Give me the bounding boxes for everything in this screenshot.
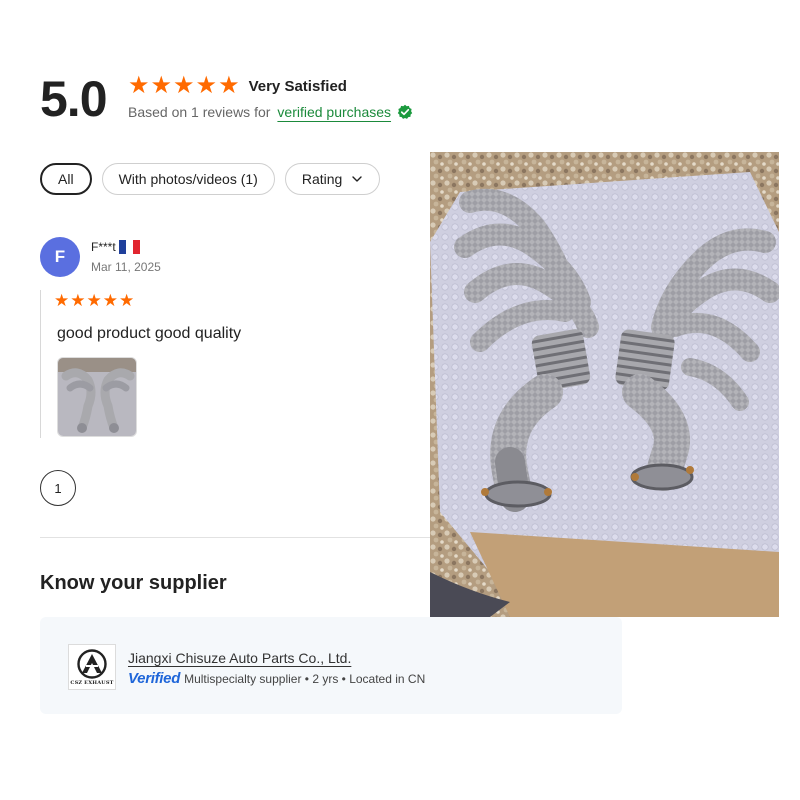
rating-label: Very Satisfied: [248, 77, 347, 95]
rating-stars: ★ ★ ★ ★ ★ Very Satisfied: [128, 74, 347, 98]
review-content-border: [40, 290, 43, 438]
verified-purchases-link[interactable]: verified purchases: [277, 104, 391, 120]
supplier-details: Multispecialty supplier • 2 yrs • Locate…: [184, 671, 426, 686]
star-icon: ★: [119, 291, 135, 310]
star-icon: ★: [218, 72, 240, 99]
exhaust-manifold-photo: [430, 152, 779, 617]
star-icon: ★: [150, 72, 173, 99]
filter-with-photos[interactable]: With photos/videos (1): [101, 163, 275, 195]
review-date: Mar 11, 2025: [91, 260, 161, 274]
supplier-name-link[interactable]: Jiangxi Chisuze Auto Parts Co., Ltd.: [128, 650, 351, 666]
review-photo-large[interactable]: [430, 152, 779, 617]
reviewer-name: F***t: [91, 240, 116, 254]
supplier-logo-caption: CSZ EXHAUST: [70, 679, 114, 686]
rating-based-on: Based on 1 reviews for verified purchase…: [128, 104, 413, 120]
verified-check-icon: [397, 104, 413, 119]
verified-badge: Verified: [128, 670, 181, 687]
star-icon: ★: [102, 291, 118, 310]
supplier-heading: Know your supplier: [40, 572, 227, 594]
reviewer-avatar: F: [40, 237, 80, 277]
based-on-text: Based on 1 reviews for: [128, 104, 271, 120]
filter-label: With photos/videos (1): [118, 171, 258, 187]
star-icon: ★: [173, 72, 195, 99]
exhaust-manifold-thumb-image: [58, 358, 136, 436]
filter-label: Rating: [301, 171, 343, 187]
rating-score: 5.0: [40, 71, 108, 127]
star-icon: ★: [86, 291, 102, 310]
pagination-page-1[interactable]: 1: [40, 470, 76, 506]
reviewer-info: F***t: [91, 240, 140, 254]
review-filters: All With photos/videos (1) Rating: [40, 163, 390, 195]
star-icon: ★: [70, 291, 86, 310]
review-photo-thumbnail[interactable]: [57, 357, 137, 437]
star-icon: ★: [54, 291, 70, 310]
section-divider: [40, 537, 430, 538]
supplier-logo[interactable]: CSZ EXHAUST: [68, 644, 116, 690]
csz-logo-icon: [77, 648, 107, 679]
france-flag-icon: [118, 240, 140, 254]
filter-label: All: [58, 171, 74, 187]
supplier-card: CSZ EXHAUST Jiangxi Chisuze Auto Parts C…: [40, 617, 622, 714]
review-stars: ★ ★ ★ ★ ★: [54, 292, 135, 310]
star-icon: ★: [195, 72, 218, 99]
chevron-down-icon: [352, 176, 363, 182]
review-text: good product good quality: [57, 325, 242, 342]
star-icon: ★: [128, 72, 150, 99]
supplier-meta: Verified Multispecialty supplier • 2 yrs…: [128, 670, 425, 687]
filter-rating[interactable]: Rating: [284, 163, 381, 195]
filter-all[interactable]: All: [40, 163, 92, 195]
